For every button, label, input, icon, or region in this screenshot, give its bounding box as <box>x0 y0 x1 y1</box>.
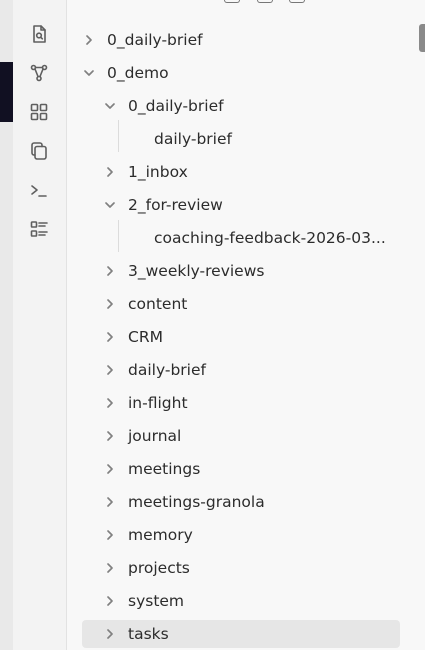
indent-guide <box>118 120 119 152</box>
tree-folder-tasks[interactable]: tasks <box>82 620 400 648</box>
tree-folder-0_daily-brief[interactable]: 0_daily-brief <box>82 26 402 54</box>
tree-folder-0_demo[interactable]: 0_demo <box>82 59 402 87</box>
toolbar-icon[interactable] <box>257 0 273 3</box>
tree-folder-daily-brief[interactable]: daily-brief <box>103 356 423 384</box>
tree-item-label: coaching-feedback-2026-03... <box>154 229 386 247</box>
tree-item-label: in-flight <box>128 394 188 412</box>
tree-item-label: system <box>128 592 185 610</box>
graph-icon[interactable] <box>26 60 52 86</box>
tree-folder-system[interactable]: system <box>103 587 423 615</box>
file-search-icon[interactable] <box>26 21 52 47</box>
background-window-strip <box>0 62 13 122</box>
chevron-right-icon[interactable] <box>103 297 117 311</box>
left-ribbon <box>13 0 67 650</box>
tree-folder-journal[interactable]: journal <box>103 422 423 450</box>
tree-item-label: 0_daily-brief <box>107 31 203 49</box>
chevron-right-icon[interactable] <box>103 429 117 443</box>
chevron-down-icon[interactable] <box>103 99 117 113</box>
explorer-toolbar <box>67 0 425 4</box>
tree-item-label: 3_weekly-reviews <box>128 262 265 280</box>
terminal-icon[interactable] <box>26 177 52 203</box>
chevron-right-icon[interactable] <box>103 594 117 608</box>
tree-file-daily-brief[interactable]: daily-brief <box>154 125 425 153</box>
tree-folder-in-flight[interactable]: in-flight <box>103 389 423 417</box>
chevron-right-icon[interactable] <box>103 528 117 542</box>
chevron-down-icon[interactable] <box>103 198 117 212</box>
chevron-right-icon[interactable] <box>103 627 117 641</box>
chevron-right-icon[interactable] <box>103 396 117 410</box>
tree-folder-meetings-granola[interactable]: meetings-granola <box>103 488 423 516</box>
tree-folder-1_inbox[interactable]: 1_inbox <box>103 158 423 186</box>
tree-item-label: daily-brief <box>128 361 206 379</box>
tree-item-label: 0_daily-brief <box>128 97 224 115</box>
tree-item-label: projects <box>128 559 190 577</box>
tree-item-label: 2_for-review <box>128 196 223 214</box>
tree-folder-content[interactable]: content <box>103 290 423 318</box>
tree-item-label: tasks <box>128 625 169 643</box>
toolbar-icon[interactable] <box>224 0 240 3</box>
tree-item-label: meetings-granola <box>128 493 265 511</box>
window-edge <box>0 0 13 650</box>
tree-item-label: memory <box>128 526 193 544</box>
chevron-right-icon[interactable] <box>103 264 117 278</box>
chevron-down-icon[interactable] <box>82 66 96 80</box>
tree-folder-memory[interactable]: memory <box>103 521 423 549</box>
tree-item-label: CRM <box>128 328 163 346</box>
file-explorer: 0_daily-brief 0_demo 0_daily-brief daily… <box>67 0 425 650</box>
scrollbar-thumb[interactable] <box>419 24 425 52</box>
copy-icon[interactable] <box>26 138 52 164</box>
chevron-right-icon[interactable] <box>103 330 117 344</box>
chevron-right-icon[interactable] <box>103 495 117 509</box>
tree-folder-meetings[interactable]: meetings <box>103 455 423 483</box>
chevron-right-icon[interactable] <box>103 561 117 575</box>
tree-folder-0_daily-brief-nested[interactable]: 0_daily-brief <box>103 92 423 120</box>
indent-guide <box>118 220 119 252</box>
tree-item-label: 1_inbox <box>128 163 188 181</box>
tree-file-coaching-feedback[interactable]: coaching-feedback-2026-03... <box>154 224 425 252</box>
list-icon[interactable] <box>26 216 52 242</box>
tree-folder-2_for-review[interactable]: 2_for-review <box>103 191 423 219</box>
tree-item-label: 0_demo <box>107 64 169 82</box>
tree-folder-3_weekly-reviews[interactable]: 3_weekly-reviews <box>103 257 423 285</box>
blocks-icon[interactable] <box>26 99 52 125</box>
tree-item-label: meetings <box>128 460 201 478</box>
toolbar-icon[interactable] <box>289 0 305 3</box>
chevron-right-icon[interactable] <box>82 33 96 47</box>
chevron-right-icon[interactable] <box>103 363 117 377</box>
tree-item-label: journal <box>128 427 182 445</box>
tree-folder-projects[interactable]: projects <box>103 554 423 582</box>
tree-item-label: daily-brief <box>154 130 232 148</box>
tree-item-label: content <box>128 295 188 313</box>
chevron-right-icon[interactable] <box>103 165 117 179</box>
chevron-right-icon[interactable] <box>103 462 117 476</box>
tree-folder-crm[interactable]: CRM <box>103 323 423 351</box>
